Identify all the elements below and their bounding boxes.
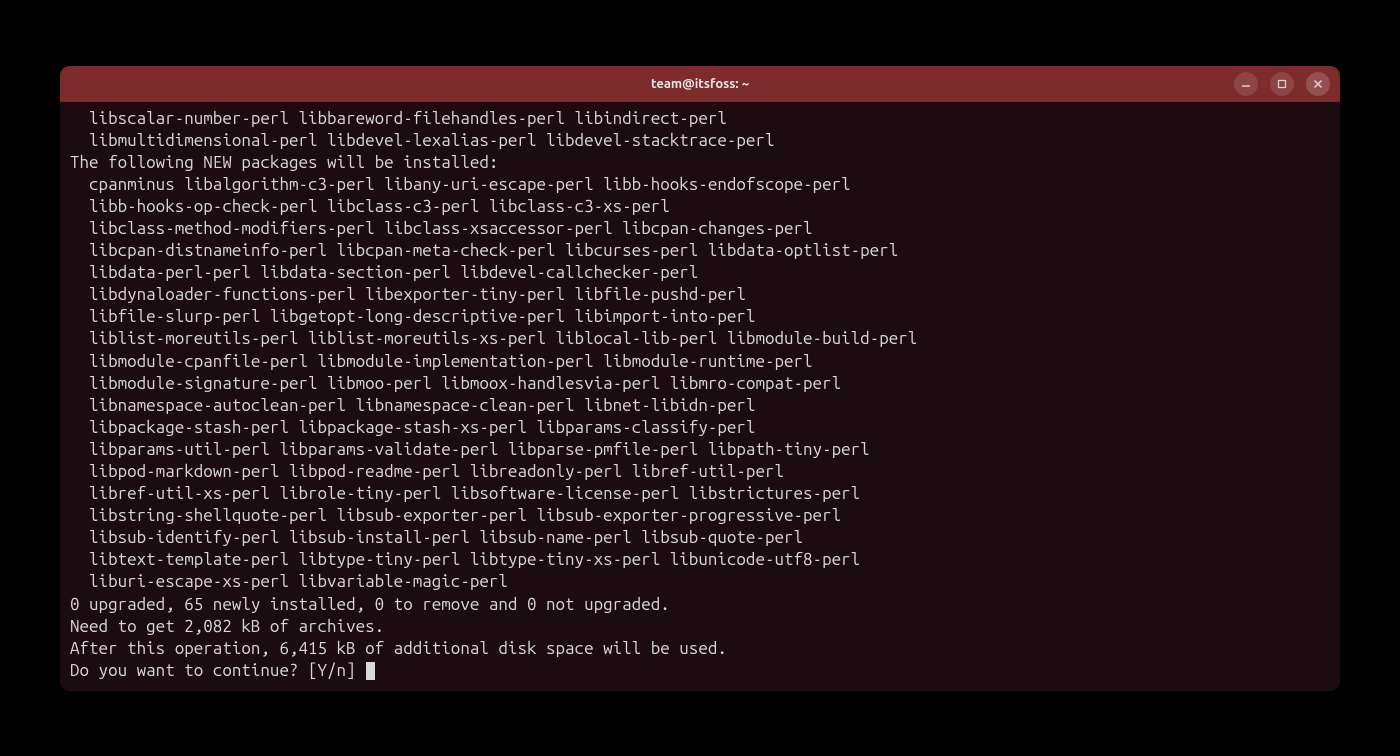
terminal-line: libstring-shellquote-perl libsub-exporte…: [70, 505, 1330, 527]
maximize-button[interactable]: [1270, 72, 1294, 96]
terminal-line: libdata-perl-perl libdata-section-perl l…: [70, 262, 1330, 284]
terminal-line: libmodule-cpanfile-perl libmodule-implem…: [70, 351, 1330, 373]
terminal-line: liblist-moreutils-perl liblist-moreutils…: [70, 328, 1330, 350]
terminal-line: Need to get 2,082 kB of archives.: [70, 616, 1330, 638]
terminal-line: Do you want to continue? [Y/n]: [70, 660, 1330, 682]
window-title: team@itsfoss: ~: [651, 77, 749, 91]
terminal-line: 0 upgraded, 65 newly installed, 0 to rem…: [70, 594, 1330, 616]
terminal-line: libpod-markdown-perl libpod-readme-perl …: [70, 461, 1330, 483]
terminal-line: libscalar-number-perl libbareword-fileha…: [70, 108, 1330, 130]
terminal-line: libfile-slurp-perl libgetopt-long-descri…: [70, 306, 1330, 328]
terminal-line: libref-util-xs-perl librole-tiny-perl li…: [70, 483, 1330, 505]
terminal-line: libmultidimensional-perl libdevel-lexali…: [70, 130, 1330, 152]
terminal-body[interactable]: libscalar-number-perl libbareword-fileha…: [60, 102, 1340, 691]
terminal-line: libnamespace-autoclean-perl libnamespace…: [70, 395, 1330, 417]
terminal-line: liburi-escape-xs-perl libvariable-magic-…: [70, 571, 1330, 593]
terminal-line: libb-hooks-op-check-perl libclass-c3-per…: [70, 196, 1330, 218]
close-button[interactable]: [1306, 72, 1330, 96]
terminal-line: libdynaloader-functions-perl libexporter…: [70, 284, 1330, 306]
terminal-line: After this operation, 6,415 kB of additi…: [70, 638, 1330, 660]
terminal-line: libsub-identify-perl libsub-install-perl…: [70, 527, 1330, 549]
terminal-line: The following NEW packages will be insta…: [70, 152, 1330, 174]
terminal-window: team@itsfoss: ~: [60, 66, 1340, 691]
terminal-line: libmodule-signature-perl libmoo-perl lib…: [70, 373, 1330, 395]
terminal-line: libparams-util-perl libparams-validate-p…: [70, 439, 1330, 461]
minimize-button[interactable]: [1234, 72, 1258, 96]
terminal-line: libclass-method-modifiers-perl libclass-…: [70, 218, 1330, 240]
titlebar: team@itsfoss: ~: [60, 66, 1340, 102]
terminal-line: libcpan-distnameinfo-perl libcpan-meta-c…: [70, 240, 1330, 262]
terminal-line: libpackage-stash-perl libpackage-stash-x…: [70, 417, 1330, 439]
terminal-output: libscalar-number-perl libbareword-fileha…: [70, 108, 1330, 682]
terminal-line: cpanminus libalgorithm-c3-perl libany-ur…: [70, 174, 1330, 196]
cursor: [366, 662, 375, 680]
terminal-line: libtext-template-perl libtype-tiny-perl …: [70, 549, 1330, 571]
window-controls: [1234, 72, 1330, 96]
